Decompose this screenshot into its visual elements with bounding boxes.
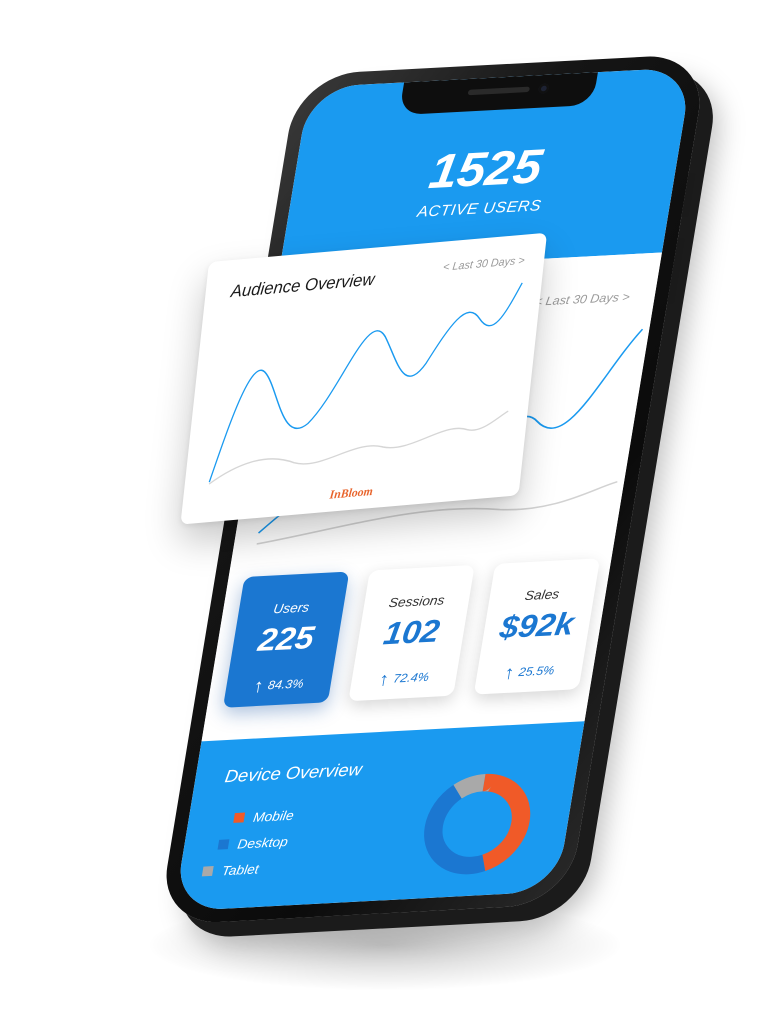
device-overview-title: Device Overview — [223, 760, 364, 787]
legend-label: Desktop — [236, 833, 290, 852]
legend-swatch — [217, 839, 230, 850]
legend-swatch — [201, 866, 214, 877]
legend-swatch — [233, 812, 246, 823]
legend-item-tablet: Tablet — [201, 861, 260, 879]
stats-row: Users 225 ↑ 84.3% Sessions 102 ↑ 72.4% Sal… — [201, 546, 614, 742]
app-mockup: 1525 ACTIVE USERS < Last 30 Days > Users… — [0, 0, 773, 1024]
arrow-up-icon: ↑ — [377, 668, 391, 690]
stat-change-value: 72.4% — [392, 670, 430, 686]
audience-overview-card: Audience Overview < Last 30 Days > InBlo… — [180, 232, 548, 525]
stat-change: ↑ 84.3% — [224, 672, 332, 699]
stat-card-sessions[interactable]: Sessions 102 ↑ 72.4% — [348, 564, 475, 702]
stat-change: ↑ 25.5% — [475, 659, 583, 686]
stat-label: Sales — [523, 586, 561, 604]
arrow-up-icon: ↑ — [252, 675, 266, 697]
stat-change: ↑ 72.4% — [350, 665, 458, 692]
stat-label: Users — [272, 599, 311, 617]
stat-value: 225 — [255, 620, 317, 659]
arrow-up-icon: ↑ — [502, 662, 516, 684]
legend-item-desktop: Desktop — [217, 834, 289, 853]
sessions-trend-line — [208, 410, 509, 485]
speaker-grille — [467, 86, 531, 96]
legend-label: Tablet — [220, 861, 260, 879]
stat-card-users[interactable]: Users 225 ↑ 84.3% — [222, 571, 350, 708]
legend-item-mobile: Mobile — [233, 808, 295, 826]
stat-change-value: 25.5% — [517, 664, 556, 680]
stat-card-sales[interactable]: Sales $92k ↑ 25.5% — [473, 558, 601, 695]
camera-icon — [537, 83, 550, 94]
stat-label: Sessions — [387, 592, 446, 611]
stat-value: 102 — [381, 614, 442, 652]
audience-chart — [208, 282, 523, 485]
legend-label: Mobile — [252, 807, 295, 826]
device-overview-section: Device Overview Mobile Desktop Tablet — [173, 721, 585, 912]
device-donut-chart — [424, 773, 531, 875]
users-trend-line — [208, 282, 523, 483]
card-date-range[interactable]: < Last 30 Days > — [442, 255, 525, 274]
stat-change-value: 84.3% — [266, 677, 305, 693]
stat-value: $92k — [497, 607, 577, 646]
